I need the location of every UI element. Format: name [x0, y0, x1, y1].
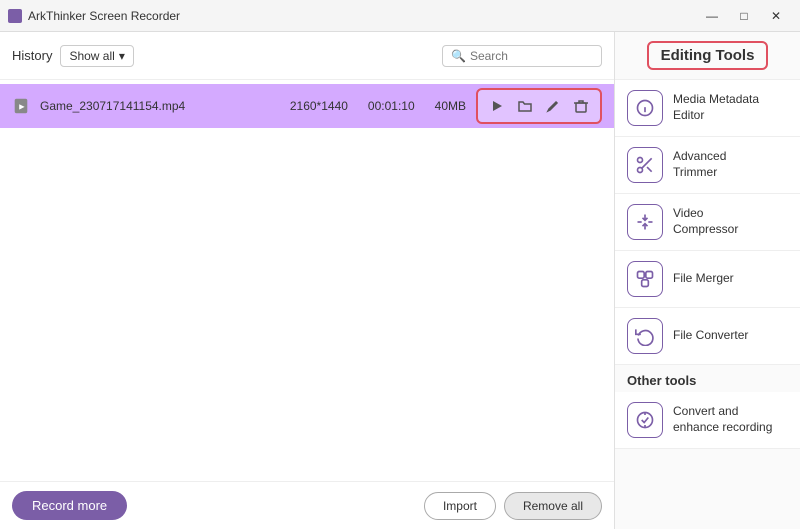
- search-icon: 🔍: [451, 49, 466, 63]
- other-tools-label: Other tools: [627, 373, 696, 388]
- history-label: History: [12, 48, 52, 63]
- file-converter-icon-wrap: [627, 318, 663, 354]
- close-button[interactable]: ✕: [760, 0, 792, 32]
- app-title: ArkThinker Screen Recorder: [28, 9, 180, 23]
- left-panel: History Show all ▾ 🔍 Game_230717141154.m…: [0, 32, 615, 529]
- search-box[interactable]: 🔍: [442, 45, 602, 67]
- file-merger-label: File Merger: [673, 271, 734, 287]
- toolbar: History Show all ▾ 🔍: [0, 32, 614, 80]
- record-more-button[interactable]: Record more: [12, 491, 127, 520]
- maximize-button[interactable]: □: [728, 0, 760, 32]
- app-icon: [8, 9, 22, 23]
- tool-video-compressor[interactable]: VideoCompressor: [615, 194, 800, 251]
- play-button[interactable]: [484, 93, 510, 119]
- video-compressor-label: VideoCompressor: [673, 206, 738, 237]
- tool-media-metadata[interactable]: Media MetadataEditor: [615, 80, 800, 137]
- chevron-down-icon: ▾: [119, 49, 125, 63]
- file-name: Game_230717141154.mp4: [40, 99, 280, 113]
- edit-button[interactable]: [540, 93, 566, 119]
- file-meta: 2160*1440 00:01:10 40MB: [290, 99, 466, 113]
- search-input[interactable]: [470, 49, 590, 63]
- compress-icon: [635, 212, 655, 232]
- folder-button[interactable]: [512, 93, 538, 119]
- show-all-dropdown[interactable]: Show all ▾: [60, 45, 133, 67]
- info-icon: [635, 98, 655, 118]
- title-bar-left: ArkThinker Screen Recorder: [8, 9, 180, 23]
- table-row: Game_230717141154.mp4 2160*1440 00:01:10…: [0, 84, 614, 128]
- media-metadata-icon-wrap: [627, 90, 663, 126]
- right-panel: Editing Tools Media MetadataEditor Advan…: [615, 32, 800, 529]
- scissors-icon: [635, 155, 655, 175]
- file-list: Game_230717141154.mp4 2160*1440 00:01:10…: [0, 80, 614, 481]
- editing-tools-label: Editing Tools: [647, 41, 769, 70]
- editing-tools-header: Editing Tools: [615, 32, 800, 80]
- file-type-icon: [12, 97, 30, 115]
- file-actions: [476, 88, 602, 124]
- file-merger-icon-wrap: [627, 261, 663, 297]
- tool-file-converter[interactable]: File Converter: [615, 308, 800, 365]
- tool-advanced-trimmer[interactable]: AdvancedTrimmer: [615, 137, 800, 194]
- remove-all-button[interactable]: Remove all: [504, 492, 602, 520]
- convert-enhance-icon-wrap: [627, 402, 663, 438]
- delete-button[interactable]: [568, 93, 594, 119]
- file-duration: 00:01:10: [368, 99, 415, 113]
- advanced-trimmer-label: AdvancedTrimmer: [673, 149, 726, 180]
- video-compressor-icon-wrap: [627, 204, 663, 240]
- merge-icon: [635, 269, 655, 289]
- file-converter-label: File Converter: [673, 328, 748, 344]
- file-size: 40MB: [435, 99, 466, 113]
- title-bar: ArkThinker Screen Recorder — □ ✕: [0, 0, 800, 32]
- minimize-button[interactable]: —: [696, 0, 728, 32]
- advanced-trimmer-icon-wrap: [627, 147, 663, 183]
- main-layout: History Show all ▾ 🔍 Game_230717141154.m…: [0, 32, 800, 529]
- enhance-icon: [635, 410, 655, 430]
- media-metadata-label: Media MetadataEditor: [673, 92, 759, 123]
- other-tools-header: Other tools: [615, 365, 800, 392]
- file-resolution: 2160*1440: [290, 99, 348, 113]
- title-bar-controls: — □ ✕: [696, 0, 792, 32]
- import-button[interactable]: Import: [424, 492, 496, 520]
- convert-enhance-label: Convert andenhance recording: [673, 404, 772, 435]
- tool-convert-enhance[interactable]: Convert andenhance recording: [615, 392, 800, 449]
- tool-file-merger[interactable]: File Merger: [615, 251, 800, 308]
- show-all-label: Show all: [69, 49, 114, 63]
- convert-icon: [635, 326, 655, 346]
- bottom-bar: Record more Import Remove all: [0, 481, 614, 529]
